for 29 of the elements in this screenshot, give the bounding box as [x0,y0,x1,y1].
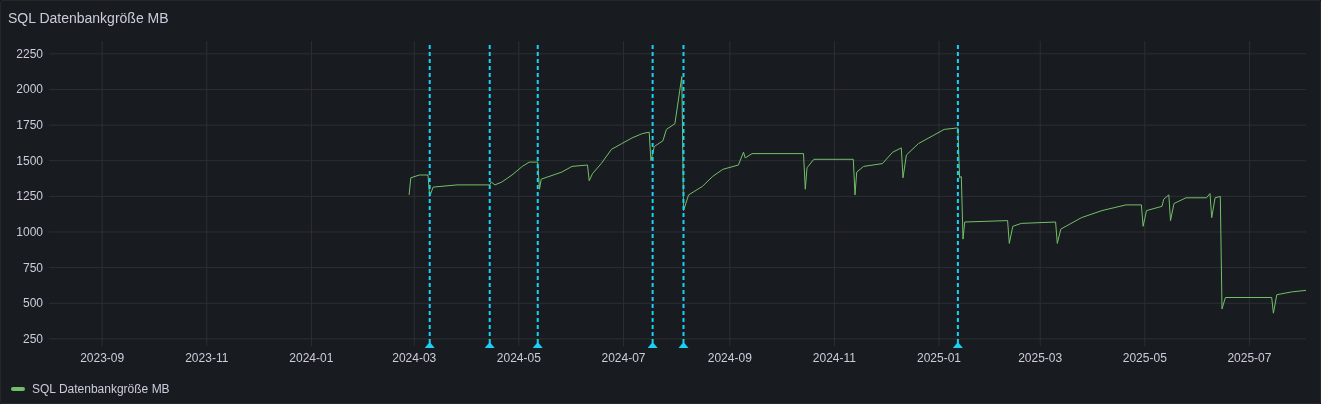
x-axis-label: 2025-03 [1018,351,1063,365]
y-axis-label: 500 [22,296,43,311]
annotation-marker[interactable] [424,44,435,348]
x-axis-label: 2024-01 [289,351,334,365]
y-axis-label: 1250 [16,189,43,204]
x-axis-label: 2024-07 [601,351,646,365]
y-axis-label: 1000 [16,225,43,239]
legend-item[interactable]: SQL Datenbankgröße MB [11,382,170,396]
y-axis-label: 1750 [16,118,43,133]
x-axis-label: 2024-09 [707,351,752,365]
y-axis-label: 2250 [16,46,43,61]
annotation-marker[interactable] [484,44,495,348]
x-axis-label: 2025-05 [1122,351,1167,365]
x-axis-label: 2023-11 [185,351,229,365]
x-axis-label: 2023-09 [80,351,125,365]
panel-title: SQL Datenbankgröße MB [8,10,169,26]
annotation-marker[interactable] [532,44,543,348]
y-axis-label: 250 [22,331,43,346]
x-axis-label: 2025-07 [1227,351,1272,365]
y-axis-label: 750 [22,260,43,275]
x-axis-label: 2025-01 [917,351,962,365]
x-axis-label: 2024-11 [812,351,856,365]
annotation-marker[interactable] [647,44,658,348]
x-axis-label: 2024-05 [496,351,541,365]
x-axis-label: 2024-03 [392,351,437,365]
y-axis-label: 2000 [16,82,43,97]
annotation-marker[interactable] [952,44,963,348]
y-axis-label: 1500 [16,153,43,168]
annotation-marker[interactable] [678,44,689,348]
